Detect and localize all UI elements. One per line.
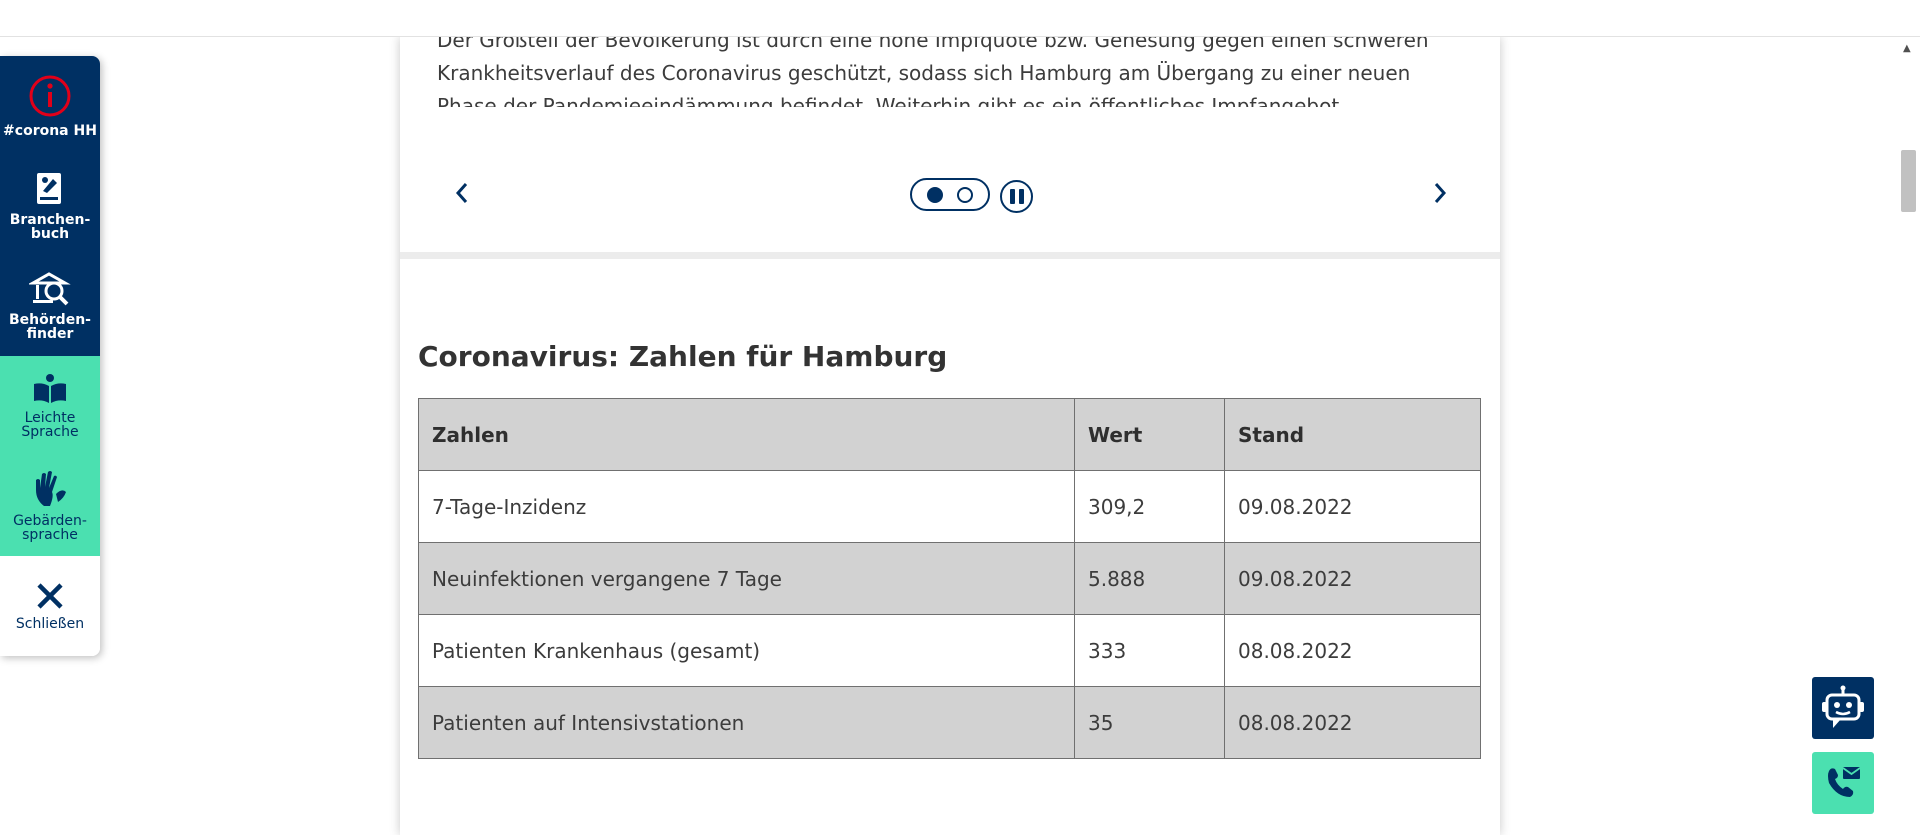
service-sidebar: #corona HH Branchen- buch Behörden- find… (0, 56, 100, 656)
teaser-text-block: Der Großteil der Bevölkerung ist durch e… (437, 27, 1477, 107)
table-cell-value: 5.888 (1074, 542, 1225, 615)
sidebar-item-label: Leichte Sprache (21, 410, 79, 440)
sidebar-item-leichte-sprache[interactable]: Leichte Sprache (0, 356, 100, 456)
table-cell-value: 309,2 (1074, 470, 1225, 543)
table-cell-date: 09.08.2022 (1224, 542, 1481, 615)
column-header-wert: Wert (1074, 398, 1225, 471)
table-row: 7-Tage-Inzidenz 309,2 09.08.2022 (418, 470, 1481, 543)
column-header-zahlen: Zahlen (418, 398, 1075, 471)
slider-dot-1[interactable] (927, 186, 943, 203)
teaser-line: Phase der Pandemieeindämmung befindet. W… (437, 94, 1346, 107)
teaser-line: Krankheitsverlauf des Coronavirus geschü… (437, 61, 1411, 85)
page-scrollbar[interactable]: ▲ (1897, 37, 1920, 835)
sidebar-close-button[interactable]: Schließen (0, 556, 100, 656)
scroll-up-arrow-icon[interactable]: ▲ (1903, 43, 1911, 54)
content-card: Der Großteil der Bevölkerung ist durch e… (400, 28, 1500, 835)
section-divider (400, 252, 1500, 259)
sidebar-item-behoerdenfinder[interactable]: Behörden- finder (0, 256, 100, 356)
table-row: Neuinfektionen vergangene 7 Tage 5.888 0… (418, 542, 1481, 615)
table-row: Patienten Krankenhaus (gesamt) 333 08.08… (418, 614, 1481, 687)
table-header-row: Zahlen Wert Stand (418, 398, 1481, 471)
table-row: Patienten auf Intensivstationen 35 08.08… (418, 686, 1481, 759)
table-cell-metric: Neuinfektionen vergangene 7 Tage (418, 542, 1075, 615)
chatbot-icon (1822, 685, 1864, 728)
table-cell-metric: 7-Tage-Inzidenz (418, 470, 1075, 543)
phone-mail-icon (1828, 767, 1861, 797)
slider-pause-button[interactable] (1000, 180, 1033, 213)
open-book-icon (34, 374, 66, 403)
table-cell-value: 35 (1074, 686, 1225, 759)
slider-dot-2[interactable] (957, 186, 973, 203)
slider-next-button[interactable] (1420, 173, 1460, 213)
sidebar-item-label: Schließen (15, 616, 85, 632)
authority-search-icon (29, 272, 71, 306)
sidebar-item-label: Behörden- finder (9, 312, 91, 342)
scrollbar-thumb[interactable] (1901, 150, 1916, 212)
table-cell-date: 08.08.2022 (1224, 686, 1481, 759)
browser-top-bar (0, 0, 1920, 37)
sidebar-item-label: Branchen- buch (9, 212, 91, 242)
sidebar-item-corona-hh[interactable]: #corona HH (0, 56, 100, 156)
slider-pagination (910, 178, 990, 211)
sidebar-item-branchenbuch[interactable]: Branchen- buch (0, 156, 100, 256)
sidebar-item-gebaerdensprache[interactable]: Gebärden- sprache (0, 456, 100, 556)
slider-controls (400, 165, 1500, 225)
table-cell-date: 08.08.2022 (1224, 614, 1481, 687)
table-cell-metric: Patienten Krankenhaus (gesamt) (418, 614, 1075, 687)
sign-language-hands-icon (36, 471, 66, 506)
corona-numbers-table: Zahlen Wert Stand 7-Tage-Inzidenz 309,2 … (418, 398, 1481, 759)
sidebar-item-label: #corona HH (3, 123, 97, 139)
sidebar-item-label: Gebärden- sprache (13, 513, 87, 543)
section-title: Coronavirus: Zahlen für Hamburg (418, 340, 948, 373)
contact-button[interactable] (1812, 752, 1874, 814)
table-cell-value: 333 (1074, 614, 1225, 687)
chevron-right-icon (1434, 183, 1447, 203)
slider-prev-button[interactable] (442, 173, 482, 213)
chatbot-button[interactable] (1812, 677, 1874, 739)
chevron-left-icon (455, 183, 468, 203)
directory-book-icon (37, 173, 61, 204)
pause-icon (1009, 189, 1015, 204)
column-header-stand: Stand (1224, 398, 1481, 471)
info-icon (29, 75, 71, 117)
table-cell-metric: Patienten auf Intensivstationen (418, 686, 1075, 759)
close-icon (37, 583, 63, 609)
table-cell-date: 09.08.2022 (1224, 470, 1481, 543)
